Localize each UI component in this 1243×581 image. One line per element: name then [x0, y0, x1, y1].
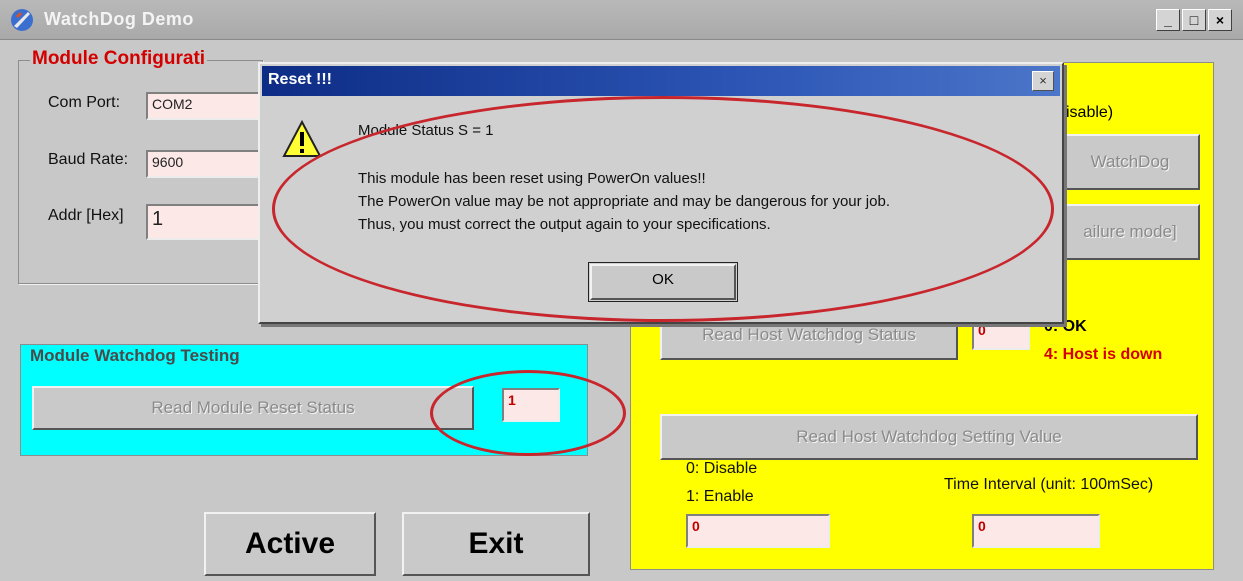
- dialog-close-button[interactable]: ×: [1032, 71, 1054, 91]
- enable-legend: 1: Enable: [686, 488, 754, 505]
- baud-rate-field[interactable]: 9600: [146, 150, 262, 178]
- com-port-label: Com Port:: [48, 94, 121, 111]
- annotation-ellipse-reset-status: [430, 370, 626, 456]
- time-interval-label: Time Interval (unit: 100mSec): [944, 476, 1154, 493]
- addr-field[interactable]: 1: [146, 204, 262, 240]
- window-title: WatchDog Demo: [44, 9, 194, 29]
- failure-mode-button[interactable]: ailure mode]: [1060, 204, 1200, 260]
- status-legend-down: 4: Host is down: [1044, 346, 1163, 363]
- dialog-title: Reset !!!: [268, 71, 333, 88]
- minimize-button[interactable]: _: [1156, 9, 1180, 31]
- disable-legend: 0: Disable: [686, 460, 758, 477]
- active-button[interactable]: Active: [204, 512, 376, 576]
- annotation-ellipse-dialog: [272, 96, 1054, 322]
- maximize-button[interactable]: □: [1182, 9, 1206, 31]
- time-interval-field[interactable]: 0: [972, 514, 1100, 548]
- module-watchdog-title: Module Watchdog Testing: [30, 346, 240, 365]
- close-button[interactable]: ×: [1208, 9, 1232, 31]
- com-port-field[interactable]: COM2: [146, 92, 262, 120]
- module-configuration-title: Module Configurati: [30, 48, 208, 70]
- exit-button[interactable]: Exit: [402, 512, 590, 576]
- warning-icon: [282, 120, 322, 157]
- addr-label: Addr [Hex]: [48, 207, 124, 224]
- host-watchdog-button[interactable]: WatchDog: [1060, 134, 1200, 190]
- baud-rate-label: Baud Rate:: [48, 151, 129, 168]
- read-module-reset-button[interactable]: Read Module Reset Status: [32, 386, 474, 430]
- dialog-titlebar[interactable]: Reset !!! ×: [262, 66, 1060, 96]
- host-disable-label: isable): [1066, 104, 1114, 121]
- watchdog-setting-field[interactable]: 0: [686, 514, 830, 548]
- app-icon: [11, 9, 33, 31]
- read-host-setting-button[interactable]: Read Host Watchdog Setting Value: [660, 414, 1198, 460]
